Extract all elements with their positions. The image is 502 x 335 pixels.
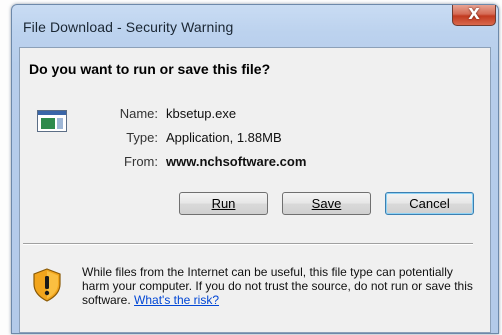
file-type-value: Application, 1.88MB bbox=[166, 130, 282, 145]
file-from-value: www.nchsoftware.com bbox=[166, 154, 307, 169]
file-type-label: Type: bbox=[126, 130, 158, 145]
separator bbox=[23, 243, 473, 245]
file-from-label: From: bbox=[124, 154, 158, 169]
warning-message: While files from the Internet can be use… bbox=[82, 265, 482, 307]
save-button[interactable]: Save bbox=[282, 192, 371, 215]
shield-warning-icon bbox=[33, 268, 61, 302]
file-name-value: kbsetup.exe bbox=[166, 106, 237, 121]
window-title: File Download - Security Warning bbox=[23, 19, 234, 35]
file-name-label: Name: bbox=[119, 106, 158, 121]
run-button-label: Run bbox=[211, 196, 236, 211]
whats-the-risk-link[interactable]: What's the risk? bbox=[134, 293, 219, 307]
dialog-question: Do you want to run or save this file? bbox=[29, 61, 271, 77]
cancel-button[interactable]: Cancel bbox=[385, 192, 474, 215]
close-button[interactable]: X bbox=[452, 5, 496, 26]
run-button[interactable]: Run bbox=[179, 192, 268, 215]
application-window-icon bbox=[37, 110, 67, 132]
save-button-label: Save bbox=[311, 196, 342, 211]
